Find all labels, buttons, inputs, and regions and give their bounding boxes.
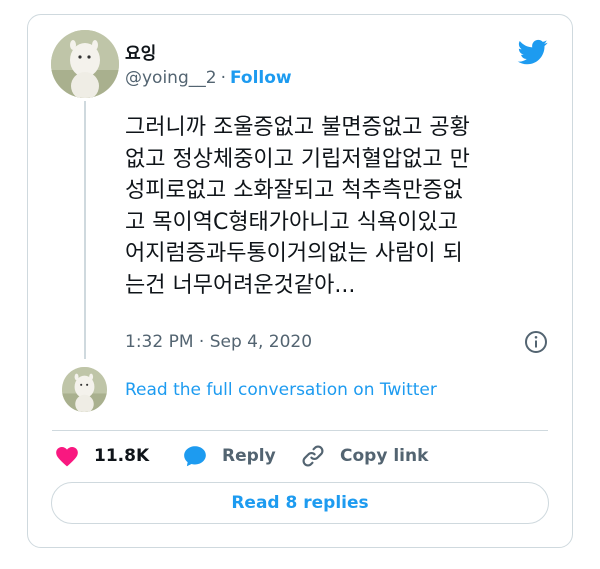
tweet-text-line: 성피로없고 소화잘되고 척추측만증없: [125, 178, 463, 203]
follow-button[interactable]: Follow: [230, 68, 292, 88]
tweet-text-line: 그러니까 조울증없고 불면증없고 공황: [125, 115, 470, 140]
like-button[interactable]: 11.8K: [54, 439, 149, 473]
speech-bubble-icon: [184, 446, 206, 467]
separator-dot: ·: [220, 68, 226, 88]
read-replies-label: Read 8 replies: [231, 493, 369, 513]
conversation-avatar[interactable]: [62, 367, 107, 412]
read-replies-button[interactable]: Read 8 replies: [51, 482, 549, 524]
thread-connector-line: [84, 101, 86, 359]
author-handle-row: @yoing__2 · Follow: [125, 68, 292, 88]
tweet-text-line: 어지럼증과두통이거의없는 사람이 되: [125, 241, 463, 266]
author-handle[interactable]: @yoing__2: [125, 68, 217, 88]
divider: [52, 430, 548, 431]
tweet-text-line: 고 목이역C형태가아니고 식욕이있고: [125, 209, 458, 235]
info-icon[interactable]: [524, 330, 548, 354]
reply-button[interactable]: Reply: [182, 439, 276, 473]
tweet-timestamp[interactable]: 1:32 PM · Sep 4, 2020: [125, 332, 312, 352]
author-display-name[interactable]: 요잉: [125, 39, 156, 64]
like-count: 11.8K: [94, 446, 150, 466]
tweet-text-line: 는건 너무어려운것같아...: [125, 272, 356, 298]
link-icon: [302, 445, 324, 467]
tweet-body: 그러니까 조울증없고 불면증없고 공황 없고 정상체중이고 기립저혈압없고 만 …: [125, 112, 555, 301]
copy-link-button[interactable]: Copy link: [300, 439, 428, 473]
embedded-tweet-card: 요잉 @yoing__2 · Follow 그러니까 조울증없고 불면증없고 공황 …: [27, 14, 573, 548]
author-avatar[interactable]: [51, 30, 119, 98]
reply-label: Reply: [222, 446, 276, 466]
copy-link-label: Copy link: [340, 446, 429, 466]
tweet-text-line: 없고 정상체중이고 기립저혈압없고 만: [125, 146, 470, 172]
twitter-bird-icon[interactable]: [516, 37, 550, 67]
heart-icon: [56, 447, 78, 467]
read-full-conversation-link[interactable]: Read the full conversation on Twitter: [125, 380, 437, 400]
